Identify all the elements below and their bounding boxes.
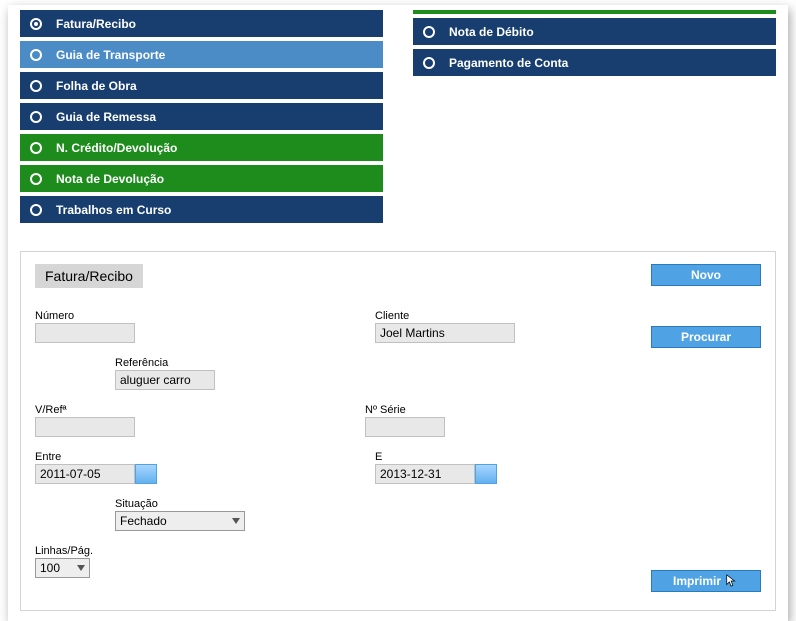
- situacao-value: Fechado: [120, 514, 167, 528]
- field-e: E: [375, 451, 705, 484]
- calendar-icon[interactable]: [135, 464, 157, 484]
- doc-type-nota-debito[interactable]: Nota de Débito: [413, 18, 776, 45]
- panel-title: Fatura/Recibo: [35, 264, 143, 288]
- doc-type-label: Trabalhos em Curso: [56, 203, 171, 217]
- field-vref: V/Refª: [35, 404, 365, 437]
- doc-type-pagamento-conta[interactable]: Pagamento de Conta: [413, 49, 776, 76]
- radio-icon: [30, 204, 42, 216]
- field-linhaspag: Linhas/Pág. 100: [35, 545, 365, 578]
- doc-type-label: Fatura/Recibo: [56, 17, 136, 31]
- app-window: Fatura/Recibo Guia de Transporte Folha d…: [8, 5, 788, 621]
- linhaspag-value: 100: [40, 561, 60, 575]
- right-column-accent: [413, 10, 776, 14]
- e-input[interactable]: [375, 464, 475, 484]
- calendar-icon[interactable]: [475, 464, 497, 484]
- linhaspag-label: Linhas/Pág.: [35, 545, 365, 557]
- doc-type-label: Guia de Transporte: [56, 48, 165, 62]
- imprimir-button[interactable]: Imprimir: [651, 570, 761, 592]
- form-grid: Número Cliente Referência V/Refª: [35, 310, 761, 592]
- doc-type-label: Nota de Devolução: [56, 172, 164, 186]
- doc-type-guia-remessa[interactable]: Guia de Remessa: [20, 103, 383, 130]
- search-form-panel: Fatura/Recibo Novo Procurar Número Clien…: [20, 251, 776, 611]
- doc-type-label: Nota de Débito: [449, 25, 534, 39]
- doc-type-label: Guia de Remessa: [56, 110, 156, 124]
- radio-icon: [30, 173, 42, 185]
- linhaspag-select[interactable]: 100: [35, 558, 90, 578]
- doc-type-right-column: Nota de Débito Pagamento de Conta: [413, 10, 776, 80]
- cursor-icon: [725, 574, 739, 588]
- doc-type-nota-devolucao[interactable]: Nota de Devolução: [20, 165, 383, 192]
- doc-type-label: Pagamento de Conta: [449, 56, 568, 70]
- field-entre: Entre: [35, 451, 375, 484]
- imprimir-label: Imprimir: [673, 571, 721, 591]
- nserie-label: Nº Série: [365, 404, 445, 416]
- radio-icon: [30, 18, 42, 30]
- field-situacao: Situação Fechado: [115, 498, 455, 531]
- situacao-select[interactable]: Fechado: [115, 511, 245, 531]
- doc-type-selector: Fatura/Recibo Guia de Transporte Folha d…: [8, 5, 788, 227]
- doc-type-trabalhos-curso[interactable]: Trabalhos em Curso: [20, 196, 383, 223]
- doc-type-n-credito-devolucao[interactable]: N. Crédito/Devolução: [20, 134, 383, 161]
- field-numero: Número: [35, 310, 375, 343]
- doc-type-folha-obra[interactable]: Folha de Obra: [20, 72, 383, 99]
- radio-icon: [423, 26, 435, 38]
- doc-type-label: N. Crédito/Devolução: [56, 141, 177, 155]
- radio-icon: [30, 49, 42, 61]
- doc-type-fatura-recibo[interactable]: Fatura/Recibo: [20, 10, 383, 37]
- referencia-input[interactable]: [115, 370, 215, 390]
- doc-type-left-column: Fatura/Recibo Guia de Transporte Folha d…: [20, 10, 383, 227]
- vref-label: V/Refª: [35, 404, 365, 416]
- field-nserie: Nº Série: [365, 404, 445, 437]
- entre-input[interactable]: [35, 464, 135, 484]
- cliente-input[interactable]: [375, 323, 515, 343]
- entre-label: Entre: [35, 451, 375, 463]
- vref-input[interactable]: [35, 417, 135, 437]
- novo-button[interactable]: Novo: [651, 264, 761, 286]
- field-referencia: Referência: [115, 357, 455, 390]
- referencia-label: Referência: [115, 357, 455, 369]
- e-label: E: [375, 451, 705, 463]
- procurar-button[interactable]: Procurar: [651, 326, 761, 348]
- radio-icon: [30, 142, 42, 154]
- cliente-label: Cliente: [375, 310, 705, 322]
- doc-type-label: Folha de Obra: [56, 79, 137, 93]
- situacao-label: Situação: [115, 498, 455, 510]
- doc-type-guia-transporte[interactable]: Guia de Transporte: [20, 41, 383, 68]
- numero-input[interactable]: [35, 323, 135, 343]
- nserie-input[interactable]: [365, 417, 445, 437]
- radio-icon: [30, 80, 42, 92]
- numero-label: Número: [35, 310, 375, 322]
- radio-icon: [423, 57, 435, 69]
- radio-icon: [30, 111, 42, 123]
